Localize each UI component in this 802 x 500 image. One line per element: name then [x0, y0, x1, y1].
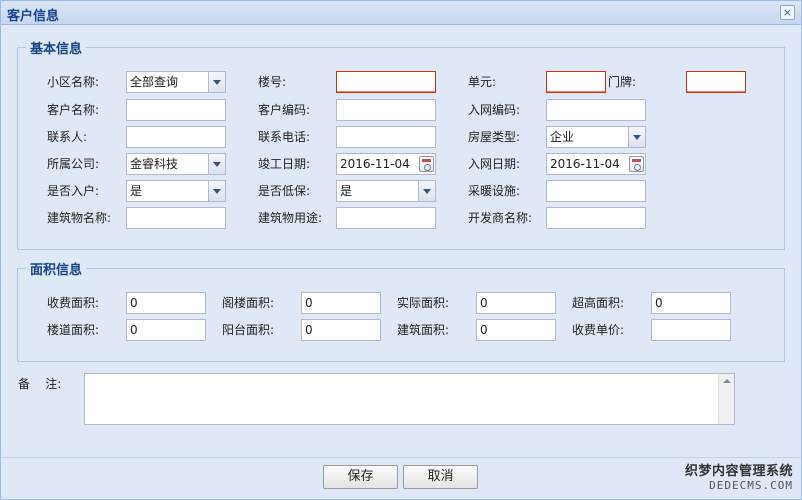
- unit-label: 单元:: [468, 75, 497, 89]
- company-value: 金睿科技: [130, 157, 179, 171]
- house-type-dropdown-trigger[interactable]: [628, 127, 645, 147]
- building-input[interactable]: [336, 71, 436, 93]
- low-income-value: 是: [340, 184, 353, 198]
- chevron-down-icon: [213, 188, 221, 194]
- close-icon[interactable]: ×: [780, 5, 795, 20]
- balcony-area-input[interactable]: 0: [301, 319, 381, 341]
- customer-code-input[interactable]: [336, 99, 436, 121]
- chevron-down-icon: [213, 161, 221, 167]
- stair-area-input[interactable]: 0: [126, 319, 206, 341]
- building-label: 楼号:: [258, 75, 287, 89]
- community-value: 全部查询: [130, 75, 179, 89]
- community-label: 小区名称:: [47, 75, 100, 89]
- phone-label: 联系电话:: [258, 130, 311, 144]
- watermark: 织梦内容管理系统 DEDECMS.COM: [685, 465, 793, 493]
- house-type-value: 企业: [550, 130, 575, 144]
- scroll-up-icon[interactable]: [723, 379, 731, 383]
- dialog-footer: [1, 457, 801, 499]
- moved-in-select[interactable]: 是: [126, 180, 226, 202]
- charge-area-input[interactable]: 0: [126, 292, 206, 314]
- area-info-legend: 面积信息: [30, 263, 83, 278]
- door-input[interactable]: [686, 71, 746, 93]
- house-type-select[interactable]: 企业: [546, 126, 646, 148]
- customer-info-window: 客户信息 × 基本信息 小区名称: 全部查询 楼号: 单元: 门牌: 客户名称:…: [0, 0, 802, 500]
- network-code-label: 入网编码:: [468, 103, 521, 117]
- extra-high-area-input[interactable]: 0: [651, 292, 731, 314]
- unit-input[interactable]: [546, 71, 606, 93]
- unit-price-input[interactable]: [651, 319, 731, 341]
- unit-price-label: 收费单价:: [572, 323, 625, 337]
- building-name-input[interactable]: [126, 207, 226, 229]
- remark-label: 备 注:: [18, 377, 62, 391]
- watermark-line1: 织梦内容管理系统: [684, 464, 793, 479]
- low-income-select[interactable]: 是: [336, 180, 436, 202]
- save-button[interactable]: 保存: [323, 465, 398, 489]
- calendar-icon[interactable]: [419, 156, 434, 172]
- stair-area-label: 楼道面积:: [47, 323, 100, 337]
- cancel-button[interactable]: 取消: [403, 465, 478, 489]
- attic-area-input[interactable]: 0: [301, 292, 381, 314]
- basic-info-legend: 基本信息: [30, 42, 83, 57]
- completion-date-label: 竣工日期:: [258, 157, 311, 171]
- construction-area-label: 建筑面积:: [397, 323, 450, 337]
- completion-date-field[interactable]: 2016-11-04: [336, 153, 436, 175]
- network-code-input[interactable]: [546, 99, 646, 121]
- actual-area-label: 实际面积:: [397, 296, 450, 310]
- chevron-down-icon: [423, 188, 431, 194]
- network-date-field[interactable]: 2016-11-04: [546, 153, 646, 175]
- contact-label: 联系人:: [47, 130, 88, 144]
- door-label: 门牌:: [608, 75, 637, 89]
- building-use-label: 建筑物用途:: [258, 211, 323, 225]
- chevron-down-icon: [633, 134, 641, 140]
- developer-input[interactable]: [546, 207, 646, 229]
- low-income-label: 是否低保:: [258, 184, 311, 198]
- low-income-dropdown-trigger[interactable]: [418, 181, 435, 201]
- completion-date-value: 2016-11-04: [340, 157, 410, 171]
- moved-in-value: 是: [130, 184, 143, 198]
- remark-textarea[interactable]: [84, 373, 735, 425]
- network-date-value: 2016-11-04: [550, 157, 620, 171]
- balcony-area-label: 阳台面积:: [222, 323, 275, 337]
- company-select[interactable]: 金睿科技: [126, 153, 226, 175]
- customer-code-label: 客户编码:: [258, 103, 311, 117]
- network-date-label: 入网日期:: [468, 157, 521, 171]
- calendar-icon[interactable]: [629, 156, 644, 172]
- building-name-label: 建筑物名称:: [47, 211, 112, 225]
- charge-area-label: 收费面积:: [47, 296, 100, 310]
- moved-in-label: 是否入户:: [47, 184, 100, 198]
- moved-in-dropdown-trigger[interactable]: [208, 181, 225, 201]
- extra-high-area-label: 超高面积:: [572, 296, 625, 310]
- building-use-input[interactable]: [336, 207, 436, 229]
- attic-area-label: 阁楼面积:: [222, 296, 275, 310]
- window-title: 客户信息: [7, 9, 60, 24]
- customer-name-label: 客户名称:: [47, 103, 100, 117]
- company-label: 所属公司:: [47, 157, 100, 171]
- construction-area-input[interactable]: 0: [476, 319, 556, 341]
- heating-input[interactable]: [546, 180, 646, 202]
- window-titlebar[interactable]: 客户信息 ×: [1, 1, 801, 25]
- community-dropdown-trigger[interactable]: [208, 72, 225, 92]
- chevron-down-icon: [213, 79, 221, 85]
- house-type-label: 房屋类型:: [468, 130, 521, 144]
- watermark-line2: DEDECMS.COM: [709, 479, 793, 492]
- contact-input[interactable]: [126, 126, 226, 148]
- community-select[interactable]: 全部查询: [126, 71, 226, 93]
- heating-label: 采暖设施:: [468, 184, 521, 198]
- developer-label: 开发商名称:: [468, 211, 533, 225]
- company-dropdown-trigger[interactable]: [208, 154, 225, 174]
- phone-input[interactable]: [336, 126, 436, 148]
- remark-scrollbar[interactable]: [718, 374, 734, 424]
- actual-area-input[interactable]: 0: [476, 292, 556, 314]
- customer-name-input[interactable]: [126, 99, 226, 121]
